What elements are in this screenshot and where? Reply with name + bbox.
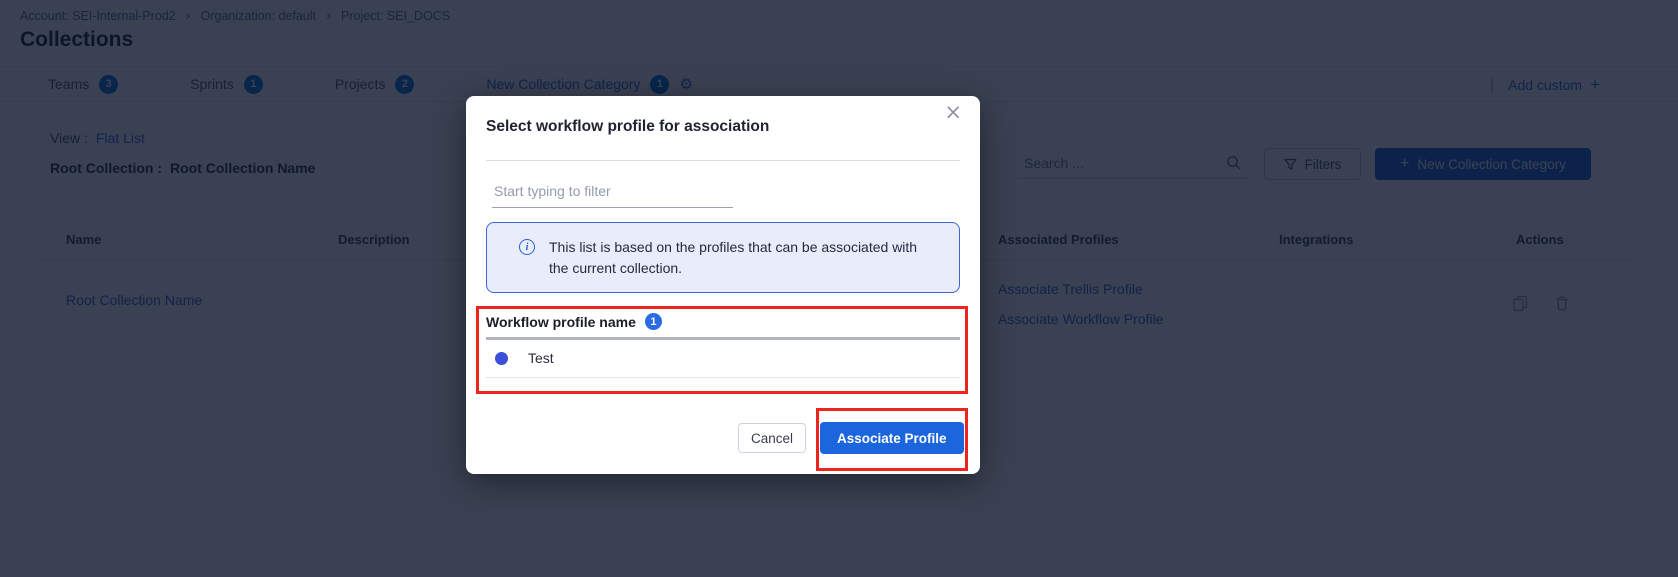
select-workflow-profile-dialog: × Select workflow profile for associatio… [466,96,980,474]
info-icon: i [519,239,535,255]
profile-color-dot-icon [495,352,508,365]
profile-filter-input[interactable] [492,181,733,208]
info-callout: i This list is based on the profiles tha… [486,222,960,293]
dialog-title-divider [486,160,960,161]
workflow-profile-list-header: Workflow profile name 1 [466,305,980,330]
cancel-button[interactable]: Cancel [738,423,806,453]
profile-option-label: Test [528,350,554,366]
dialog-title: Select workflow profile for association [486,118,960,136]
workflow-profile-option-test[interactable]: Test [486,340,960,378]
workflow-profile-count-badge: 1 [645,313,662,330]
workflow-profile-name-label: Workflow profile name [486,314,636,330]
info-callout-text: This list is based on the profiles that … [549,237,933,279]
close-icon[interactable]: × [944,102,962,123]
associate-profile-button[interactable]: Associate Profile [820,422,964,454]
